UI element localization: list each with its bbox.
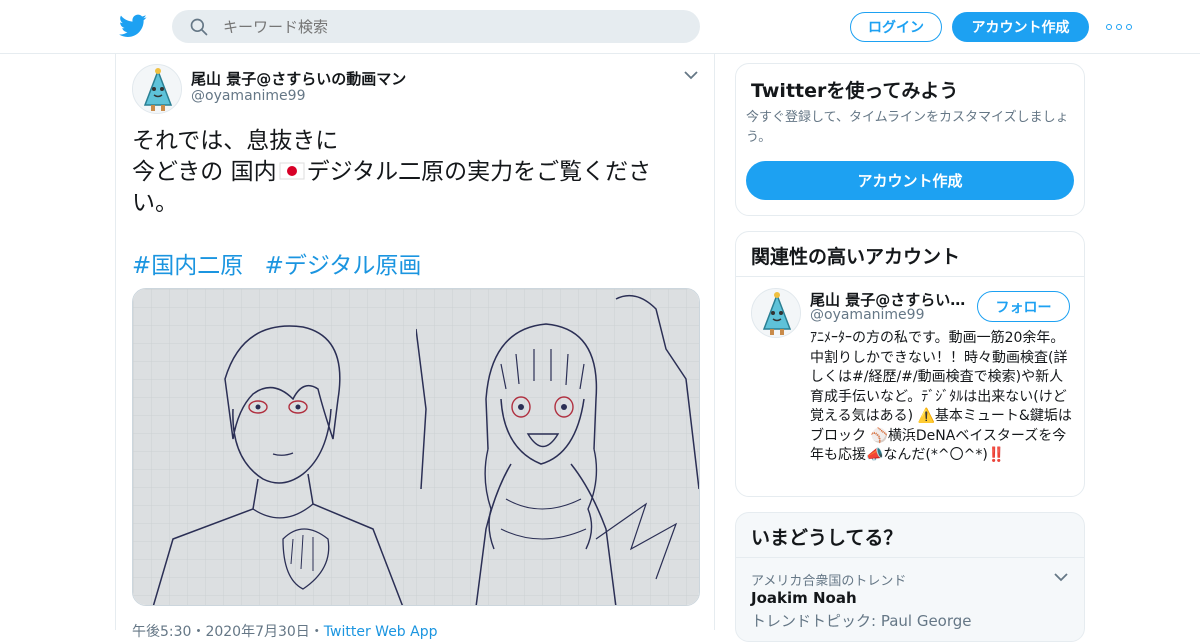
tweet-text-line: い。 [132, 190, 178, 216]
hashtag-list: #国内二原 #デジタル原画 [132, 246, 435, 280]
tweet-text-segment: 今どきの 国内 [132, 159, 277, 185]
trend-name[interactable]: Joakim Noah [751, 589, 857, 607]
search-icon [190, 18, 208, 35]
trends-card: いまどうしてる？ アメリカ合衆国のトレンド Joakim Noah トレンドトピ… [735, 512, 1085, 642]
card-description: 今すぐ登録して、タイムラインをカスタマイズしましょう。 [746, 110, 1069, 145]
chevron-down-icon[interactable] [1054, 572, 1068, 582]
tweet-text-line: それでは、息抜きに [132, 128, 339, 154]
tweet-author-name[interactable]: 尾山 景子@さすらいの動画マン [191, 68, 406, 89]
signup-cta-button[interactable]: アカウント作成 [746, 161, 1074, 200]
related-account-handle[interactable]: @oyamanime99 [810, 307, 924, 323]
top-bar: ログイン アカウント作成 [0, 0, 1200, 54]
tweet-text-segment: デジタル二原の実力をご覧くださ [306, 159, 652, 185]
divider [736, 276, 1084, 277]
tweet-media[interactable] [132, 288, 700, 606]
chevron-down-icon[interactable] [684, 70, 698, 80]
tweet-source-link[interactable]: Twitter Web App [324, 624, 438, 640]
twitter-bird-icon[interactable] [119, 12, 147, 40]
media-image-male-character[interactable] [133, 289, 416, 605]
card-title: いまどうしてる？ [751, 527, 903, 549]
trend-topic: トレンドトピック: Paul George [751, 612, 972, 630]
tweet-meta: 午後5:30・2020年7月30日・Twitter Web App [132, 621, 438, 641]
mascot-avatar-icon [133, 65, 181, 113]
tweet-timestamp[interactable]: 午後5:30・2020年7月30日・ [132, 624, 324, 640]
related-account-bio: ｱﾆﾒｰﾀｰの方の私です。動画一筋20余年。中割りしかできない！！時々動画検査(… [810, 330, 1072, 463]
card-title: 関連性の高いアカウント [751, 246, 961, 268]
avatar[interactable] [751, 288, 801, 338]
japan-flag-icon [279, 162, 305, 180]
search-bar[interactable] [172, 10, 700, 43]
tweet-text: それでは、息抜きに 今どきの 国内 デジタル二原の実力をご覧くださ い。 [132, 126, 672, 219]
trend-context: アメリカ合衆国のトレンド [751, 574, 907, 589]
divider [736, 557, 1084, 558]
more-dots-icon[interactable] [1106, 18, 1132, 36]
avatar[interactable] [132, 64, 182, 114]
media-image-female-character[interactable] [415, 289, 699, 605]
hashtag-link[interactable]: #国内二原 [132, 253, 243, 279]
tweet-text-line: 今どきの 国内 デジタル二原の実力をご覧くださ [132, 157, 672, 188]
login-button[interactable]: ログイン [850, 12, 942, 42]
signup-button[interactable]: アカウント作成 [952, 12, 1089, 42]
card-title: Twitterを使ってみよう [751, 80, 959, 102]
search-input[interactable] [223, 17, 663, 36]
mascot-avatar-icon [752, 289, 800, 337]
try-twitter-card: Twitterを使ってみよう 今すぐ登録して、タイムラインをカスタマイズしましょ… [735, 63, 1085, 216]
tweet-author-handle[interactable]: @oyamanime99 [191, 88, 305, 104]
follow-button[interactable]: フォロー [977, 291, 1070, 322]
related-accounts-card: 関連性の高いアカウント 尾山 景子@さすらいの動画マン @oyamanime99… [735, 231, 1085, 497]
tweet-column: 尾山 景子@さすらいの動画マン @oyamanime99 それでは、息抜きに 今… [115, 54, 715, 640]
hashtag-link[interactable]: #デジタル原画 [265, 253, 422, 279]
